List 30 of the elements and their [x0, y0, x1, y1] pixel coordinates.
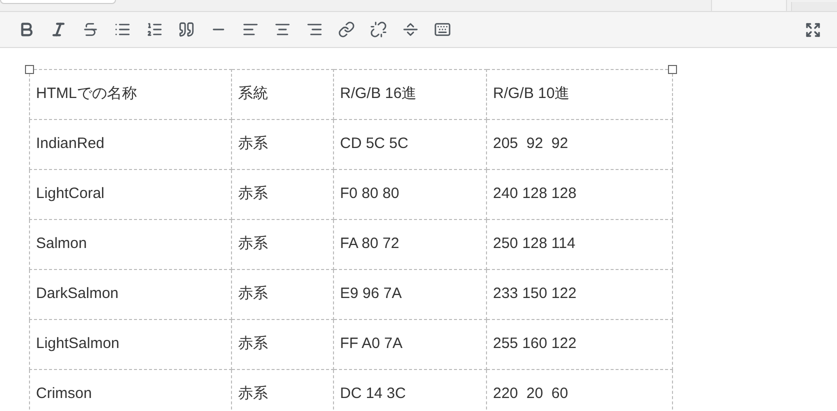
table-cell: Salmon — [36, 235, 87, 252]
table-cell: 赤系 — [238, 385, 268, 402]
table-cell: F0 80 80 — [340, 185, 400, 202]
table-cell: 240 128 128 — [493, 185, 576, 202]
resize-handle[interactable] — [25, 65, 34, 74]
table-cell: IndianRed — [36, 135, 104, 152]
column-header: R/G/B 16進 — [340, 85, 417, 102]
table-cell: DarkSalmon — [36, 285, 119, 302]
table-cell: CD 5C 5C — [340, 135, 408, 152]
table-cell: 赤系 — [238, 335, 268, 352]
column-header: HTMLでの名称 — [36, 85, 137, 102]
table-cell: FA 80 72 — [340, 235, 400, 252]
table-cell: 赤系 — [238, 135, 268, 152]
table-cell: 赤系 — [238, 235, 268, 252]
table-cell: 233 150 122 — [493, 285, 576, 302]
table-cell: 250 128 114 — [493, 235, 576, 252]
column-header: R/G/B 10進 — [493, 85, 570, 102]
table-cell: 220 20 60 — [493, 385, 568, 402]
table-cell: DC 14 3C — [340, 385, 406, 402]
table-cell: Crimson — [36, 385, 92, 402]
table-cell: E9 96 7A — [340, 285, 402, 302]
table-cell: 赤系 — [238, 185, 268, 202]
table-cell: 255 160 122 — [493, 335, 576, 352]
table-cell: FF A0 7A — [340, 335, 403, 352]
table-cell: 赤系 — [238, 285, 268, 302]
table-cell: LightCoral — [36, 185, 104, 202]
table-cell: LightSalmon — [36, 335, 120, 352]
column-header: 系統 — [238, 85, 268, 102]
table-cell: 205 92 92 — [493, 135, 568, 152]
resize-handle[interactable] — [668, 65, 677, 74]
